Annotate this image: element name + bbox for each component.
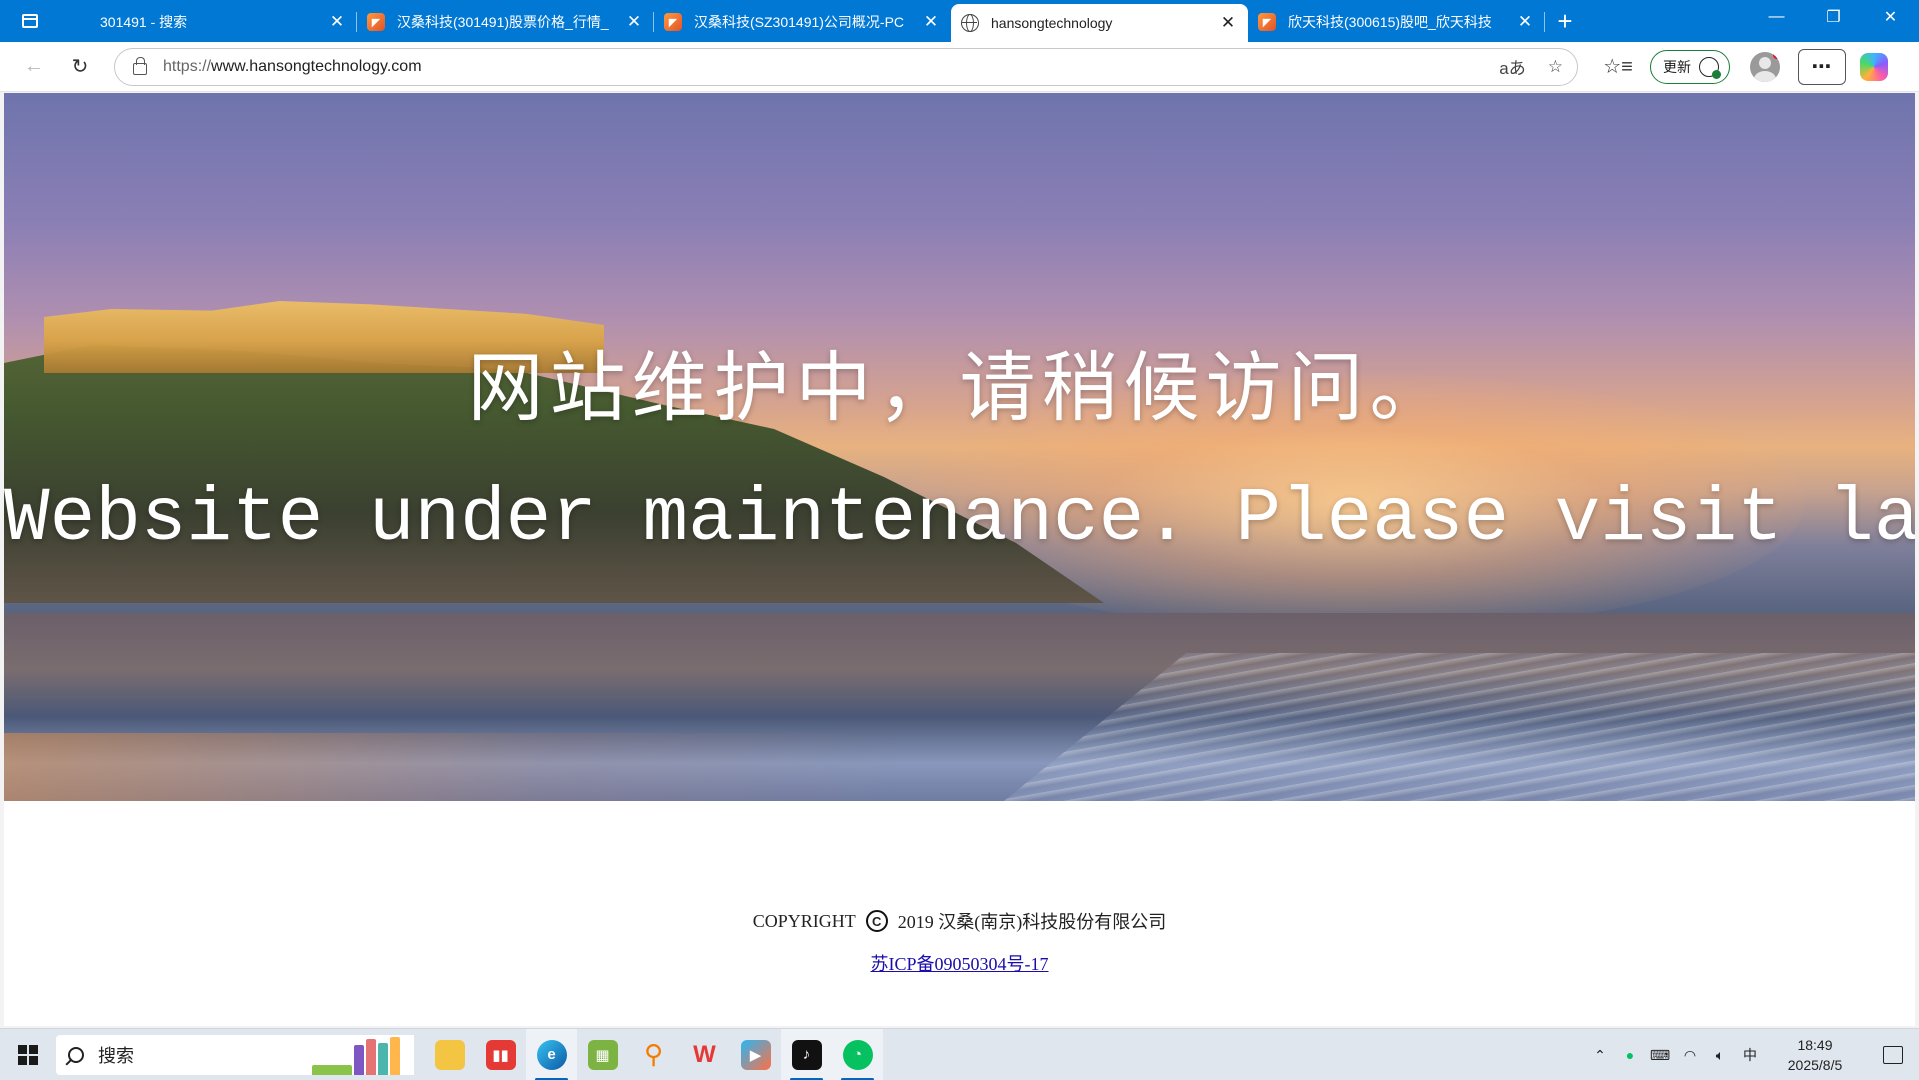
tab-forum[interactable]: ◤ 欣天科技(300615)股吧_欣天科技 ✕ [1248,4,1545,40]
wechat-app[interactable]: ◔ [832,1028,883,1080]
browser-essentials-icon [1699,56,1721,79]
tab-company-profile[interactable]: ◤ 汉桑科技(SZ301491)公司概况-PC ✕ [654,4,951,40]
notification-dot-icon [1773,51,1780,59]
close-window-button[interactable]: ✕ [1862,0,1919,34]
tab-search[interactable]: 301491 - 搜索 ✕ [60,4,357,40]
show-hidden-icons-icon[interactable]: ⌃ [1585,1029,1615,1080]
start-button[interactable] [0,1029,56,1080]
url-text[interactable]: https://www.hansongtechnology.com [163,58,1499,76]
system-tray: ⌃ ● ⌨ ◠ 🔈︎ 中 18:49 2025/8/5 [1585,1029,1919,1080]
favorites-list-icon: ☆≡ [1603,56,1633,78]
site-favicon-icon: ◤ [367,13,385,31]
notification-icon [1883,1046,1903,1064]
back-button[interactable]: ← [14,47,54,87]
tab-title: 301491 - 搜索 [100,14,188,30]
tiktok-app[interactable]: ♪ [781,1028,832,1080]
tab-close-icon[interactable]: ✕ [327,12,347,32]
web-page: 网站维护中，请稍候访问。 Website under maintenance. … [4,93,1915,1026]
tiktok-icon: ♪ [791,1039,822,1070]
maintenance-message-en: Website under maintenance. Please visit … [4,476,1915,562]
file-explorer-app[interactable] [424,1029,475,1080]
spreadsheet-icon: ▦ [587,1039,618,1070]
tab-close-icon[interactable]: ✕ [1218,13,1238,33]
stock-app[interactable]: ▮▮ [475,1029,526,1080]
volume-icon[interactable]: 🔈︎ [1705,1029,1735,1080]
search-app[interactable]: ⚲ [628,1029,679,1080]
stock-chart-icon: ▮▮ [485,1039,516,1070]
site-favicon-icon: ◤ [1258,13,1276,31]
refresh-button[interactable]: ↻ [60,47,100,87]
tab-title: 汉桑科技(301491)股票价格_行情_ [397,14,609,30]
tab-stock-price[interactable]: ◤ 汉桑科技(301491)股票价格_行情_ ✕ [357,4,654,40]
arrow-left-icon: ← [24,55,44,77]
wps-icon: W [693,1040,716,1068]
wechat-icon: ◔ [842,1039,873,1070]
copyright-company: 2019 汉桑(南京)科技股份有限公司 [897,912,1167,932]
notification-center-button[interactable] [1867,1029,1919,1080]
wps-app[interactable]: W [679,1029,730,1080]
input-method-icon[interactable]: ⌨ [1645,1029,1675,1080]
tab-close-icon[interactable]: ✕ [1515,12,1535,32]
address-bar[interactable]: https://www.hansongtechnology.com aあ ☆ [114,47,1578,86]
tab-title: 汉桑科技(SZ301491)公司概况-PC [694,14,905,30]
globe-icon [961,14,979,32]
wechat-tray-icon[interactable]: ● [1615,1029,1645,1080]
maintenance-message-cn: 网站维护中，请稍候访问。 [467,343,1452,432]
search-highlight-books-icon [312,1035,408,1075]
copilot-icon[interactable] [1860,52,1888,81]
tab-close-icon[interactable]: ✕ [921,12,941,32]
search-icon [68,1046,84,1063]
folder-icon [434,1039,465,1070]
restore-button[interactable]: ❐ [1805,0,1862,34]
tab-hansongtechnology[interactable]: hansongtechnology ✕ [951,4,1248,42]
tab-strip: 301491 - 搜索 ✕ ◤ 汉桑科技(301491)股票价格_行情_ ✕ ◤… [0,0,1919,42]
copyright-icon: C [865,910,888,932]
favorite-star-icon[interactable]: ☆ [1548,57,1563,77]
clock-date: 2025/8/5 [1787,1057,1843,1073]
lock-icon[interactable] [133,56,147,75]
ime-mode-icon[interactable]: 中 [1735,1029,1765,1080]
wifi-icon[interactable]: ◠ [1675,1029,1705,1080]
tab-close-icon[interactable]: ✕ [624,12,644,32]
taskbar-apps: ▮▮ e ▦ ⚲ W ▶ ♪ ◔ [424,1028,883,1080]
site-favicon-icon: ◤ [664,13,682,31]
search-favicon-icon [70,13,88,31]
footer: COPYRIGHT C 2019 汉桑(南京)科技股份有限公司 苏ICP备090… [4,908,1915,976]
hero-banner-image: 网站维护中，请稍候访问。 Website under maintenance. … [4,93,1915,801]
window-controls: — ❐ ✕ [1748,0,1919,34]
profile-avatar[interactable] [1750,51,1780,82]
edge-icon: e [536,1039,567,1070]
tab-title: hansongtechnology [991,15,1113,31]
tab-actions-icon [22,14,38,28]
read-aloud-icon[interactable]: aあ [1499,54,1525,79]
spreadsheet-app[interactable]: ▦ [577,1029,628,1080]
settings-more-button[interactable]: ⋯ [1798,48,1846,85]
new-tab-button[interactable]: + [1545,0,1585,42]
tab-title: 欣天科技(300615)股吧_欣天科技 [1288,14,1492,30]
refresh-icon: ↻ [71,56,89,78]
minimize-button[interactable]: — [1748,0,1805,34]
update-label: 更新 [1663,58,1691,75]
taskbar-search-box[interactable]: 搜索 [56,1034,414,1075]
copyright-prefix: COPYRIGHT [752,910,856,931]
copyright-line: COPYRIGHT C 2019 汉桑(南京)科技股份有限公司 [4,908,1915,934]
favorites-button[interactable]: ☆≡ [1598,47,1638,87]
clock-time: 18:49 [1797,1037,1833,1053]
taskbar-search-label: 搜索 [98,1045,134,1066]
update-button[interactable]: 更新 [1650,49,1730,84]
video-player-app[interactable]: ▶ [730,1029,781,1080]
taskbar: 搜索 ▮▮ e ▦ ⚲ W ▶ ♪ ◔ ⌃ ● ⌨ ◠ 🔈︎ 中 18:49 2… [0,1028,1919,1080]
play-icon: ▶ [740,1039,771,1070]
icp-license-link[interactable]: 苏ICP备09050304号-17 [870,950,1048,976]
magnifier-icon: ⚲ [643,1039,664,1069]
browser-toolbar: ← ↻ https://www.hansongtechnology.com aあ… [0,42,1919,92]
edge-app[interactable]: e [526,1028,577,1080]
windows-logo-icon [18,1044,38,1065]
clock[interactable]: 18:49 2025/8/5 [1771,1035,1859,1075]
tab-actions-button[interactable] [0,0,60,42]
